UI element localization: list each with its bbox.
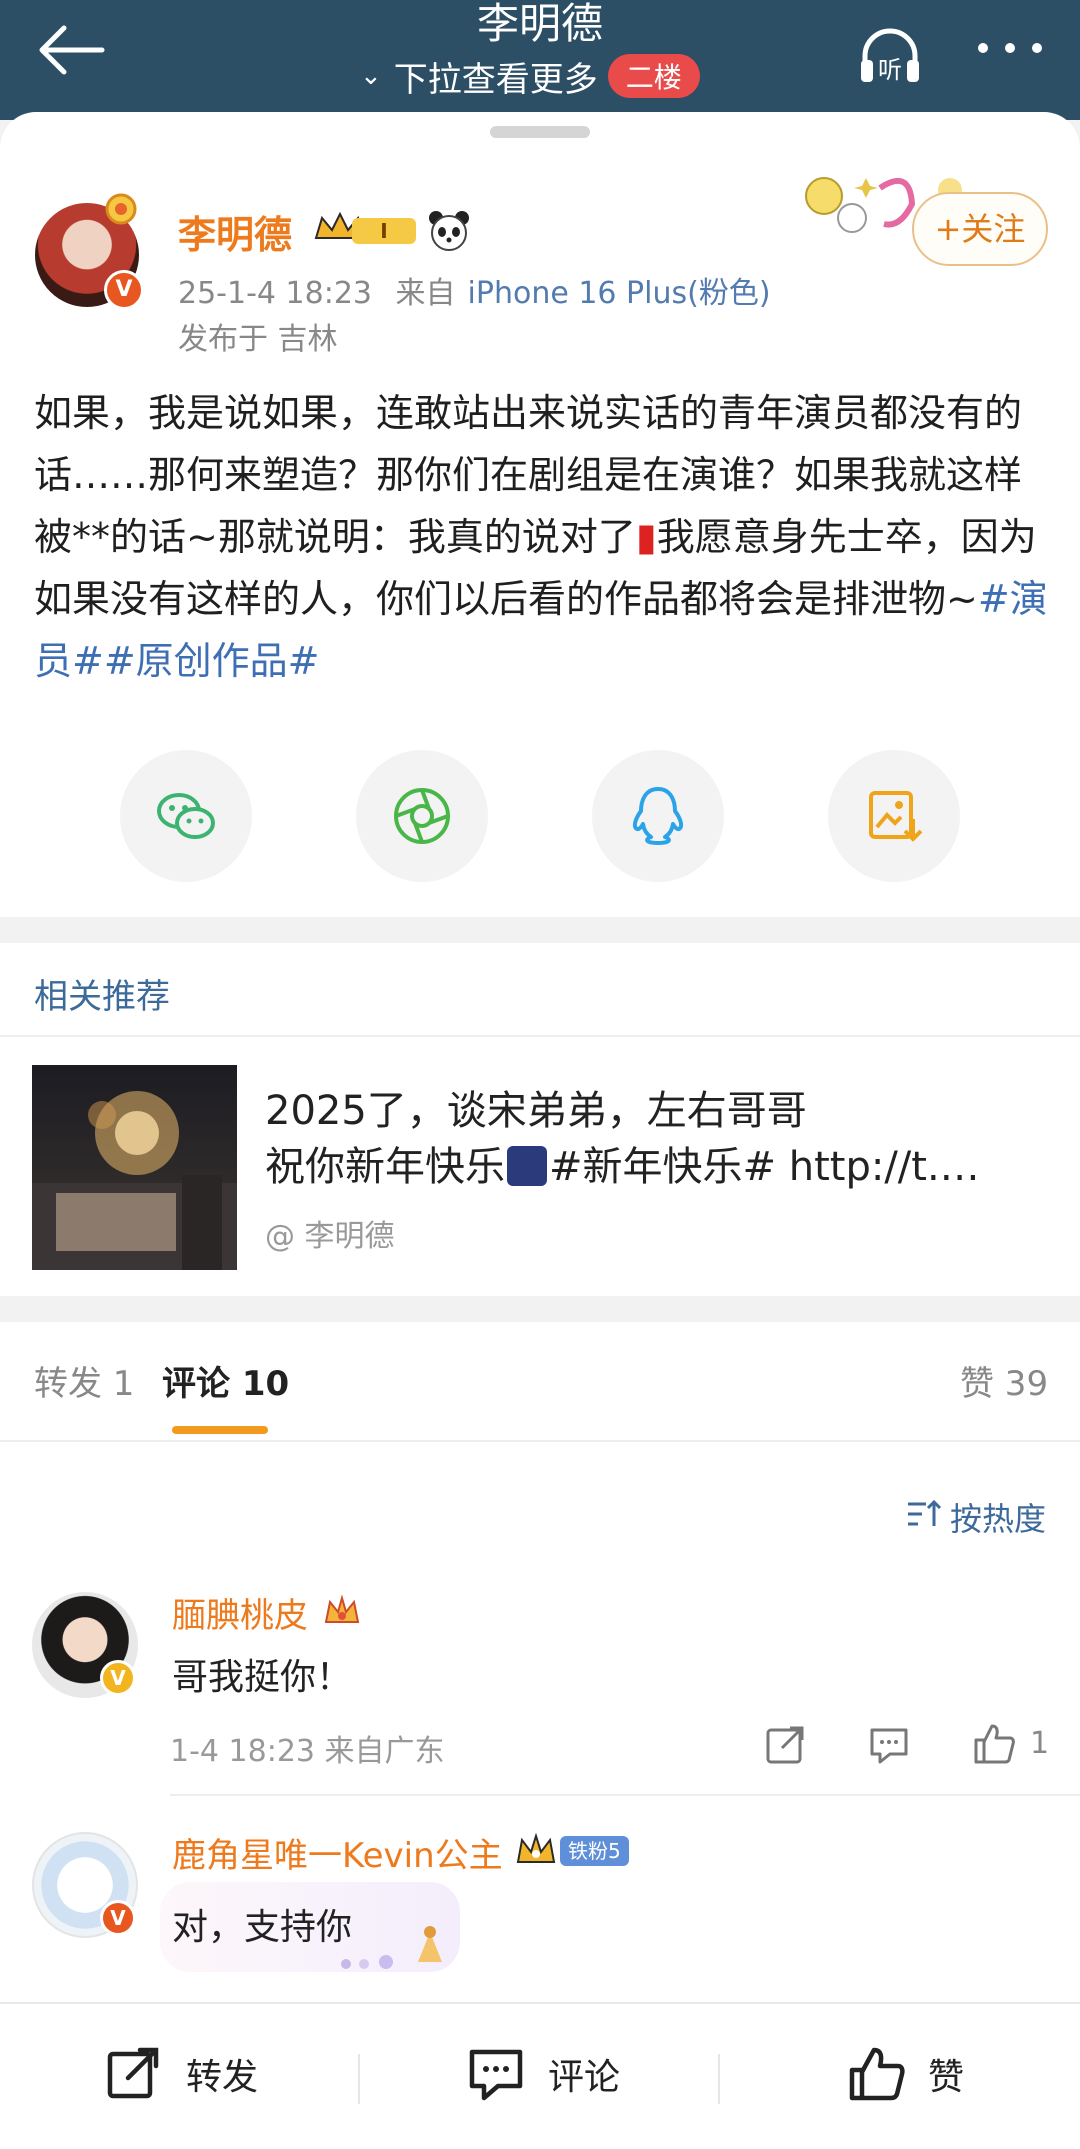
like-label: 赞 [928, 2057, 965, 2098]
related-line-2-text: 祝你新年快乐 [265, 1144, 505, 1190]
comments-section: 转发 1 评论 10 赞 39 按热度 V 腼腆桃皮 哥我挺你！ 1-4 18:… [0, 1322, 1080, 2002]
comment-meta: 1-4 18:23 来自广东 [170, 1734, 445, 1769]
tab-likes[interactable]: 赞 39 [960, 1356, 1048, 1405]
fan-level-badge: 铁粉5 [560, 1836, 629, 1866]
comment-text: 哥我挺你！ [172, 1657, 353, 1698]
post-time: 25-1-4 18:23 [178, 276, 372, 311]
headphones-icon[interactable]: 听 [855, 20, 925, 90]
commenter-name[interactable]: 鹿角星唯一Kevin公主 [172, 1828, 503, 1877]
save-image-button[interactable] [828, 750, 960, 882]
post-body: 如果，我是说如果，连敢站出来说实话的青年演员都没有的话……那何来塑造？那你们在剧… [34, 382, 1048, 692]
related-thumbnail[interactable] [32, 1065, 237, 1270]
fireworks-emoji [507, 1146, 547, 1186]
divider [0, 1035, 1080, 1037]
share-moments-button[interactable] [356, 750, 488, 882]
divider [170, 1794, 1080, 1796]
commenter-name[interactable]: 腼腆桃皮 [172, 1588, 308, 1637]
verified-badge: V [100, 1660, 136, 1696]
pull-down-hint[interactable]: ⌄ 下拉查看更多 二楼 [360, 52, 700, 100]
related-author[interactable]: @ 李明德 [265, 1211, 395, 1255]
share-wechat-button[interactable] [120, 750, 252, 882]
repost-button[interactable]: 转发 [104, 2042, 258, 2106]
thumbs-up-icon [849, 2047, 905, 2101]
vip-crown-badge-icon: I [314, 211, 416, 244]
related-section: 相关推荐 2025了，谈宋弟弟，左右哥哥 祝你新年快乐 #新年快乐# http:/… [0, 943, 1080, 1296]
comment-icon [469, 2049, 523, 2101]
qq-penguin-icon [632, 787, 684, 845]
tab-comments[interactable]: 评论 10 [162, 1356, 289, 1405]
repost-comment-icon[interactable] [762, 1722, 808, 1768]
top-bar: 李明德 ⌄ 下拉查看更多 二楼 听 [0, 0, 1080, 120]
save-image-icon [869, 791, 923, 842]
verified-badge: V [104, 270, 144, 310]
pull-down-label: 下拉查看更多 [393, 59, 598, 100]
like-icon[interactable] [970, 1720, 1016, 1766]
fireworks-thumbnail-image [32, 1091, 237, 1270]
related-line-1[interactable]: 2025了，谈宋弟弟，左右哥哥 [265, 1083, 1055, 1139]
candle-emoji: ▮ [635, 515, 657, 559]
tab-repost[interactable]: 转发 1 [34, 1356, 134, 1405]
active-tab-indicator [172, 1426, 268, 1434]
floor-badge: 二楼 [607, 54, 700, 98]
source-prefix: 来自 [395, 276, 456, 311]
crown-badge-icon [324, 1594, 360, 1623]
share-row [0, 750, 1080, 890]
sheet-handle[interactable] [490, 126, 590, 138]
verified-badge: V [100, 1900, 136, 1936]
panda-icon [429, 211, 469, 251]
bubble-sticker-icon [341, 1926, 442, 1969]
related-title: 相关推荐 [34, 977, 170, 1017]
related-line-2[interactable]: 祝你新年快乐 #新年快乐# http://t.… [265, 1139, 1045, 1195]
listen-label: 听 [878, 56, 902, 84]
more-icon[interactable] [975, 36, 1045, 60]
moments-icon [394, 788, 450, 844]
follow-button[interactable]: +关注 [912, 192, 1048, 266]
post-meta: 25-1-4 18:23 来自 iPhone 16 Plus(粉色) [178, 268, 771, 312]
sort-label: 按热度 [950, 1500, 1047, 1538]
comment-label: 评论 [548, 2057, 621, 2098]
avatar-decoration-icon [105, 193, 137, 225]
author-name[interactable]: 李明德 [178, 204, 292, 259]
comment-button[interactable]: 评论 [466, 2042, 620, 2106]
divider [0, 1440, 1080, 1442]
post-card: V 李明德 I 25-1-4 18:23 来自 iPhone 16 Plus(粉色… [0, 112, 1080, 917]
reply-icon[interactable] [866, 1722, 912, 1768]
like-button[interactable]: 赞 [846, 2042, 964, 2106]
divider [718, 2054, 720, 2104]
repost-icon [107, 2047, 159, 2099]
chevron-down-icon: ⌄ [360, 61, 382, 91]
sort-button[interactable]: 按热度 [906, 1494, 1046, 1540]
wechat-icon [157, 793, 215, 839]
device-link[interactable]: iPhone 16 Plus(粉色) [468, 276, 771, 311]
crown-badge-icon [516, 1832, 556, 1863]
topic-original-work[interactable]: #原创作品# [104, 639, 320, 683]
vip-level: I [380, 219, 387, 243]
divider [358, 2054, 360, 2104]
post-location: 发布于 吉林 [178, 322, 338, 357]
sort-icon [908, 1499, 942, 1526]
comment-text: 对，支持你 [172, 1907, 353, 1948]
repost-label: 转发 [186, 2057, 259, 2098]
comment-like-count: 1 [1030, 1726, 1050, 1761]
related-topic-link: #新年快乐# http://t.… [549, 1144, 980, 1190]
bottom-action-bar: 转发 评论 赞 [0, 2002, 1080, 2149]
share-qq-button[interactable] [592, 750, 724, 882]
